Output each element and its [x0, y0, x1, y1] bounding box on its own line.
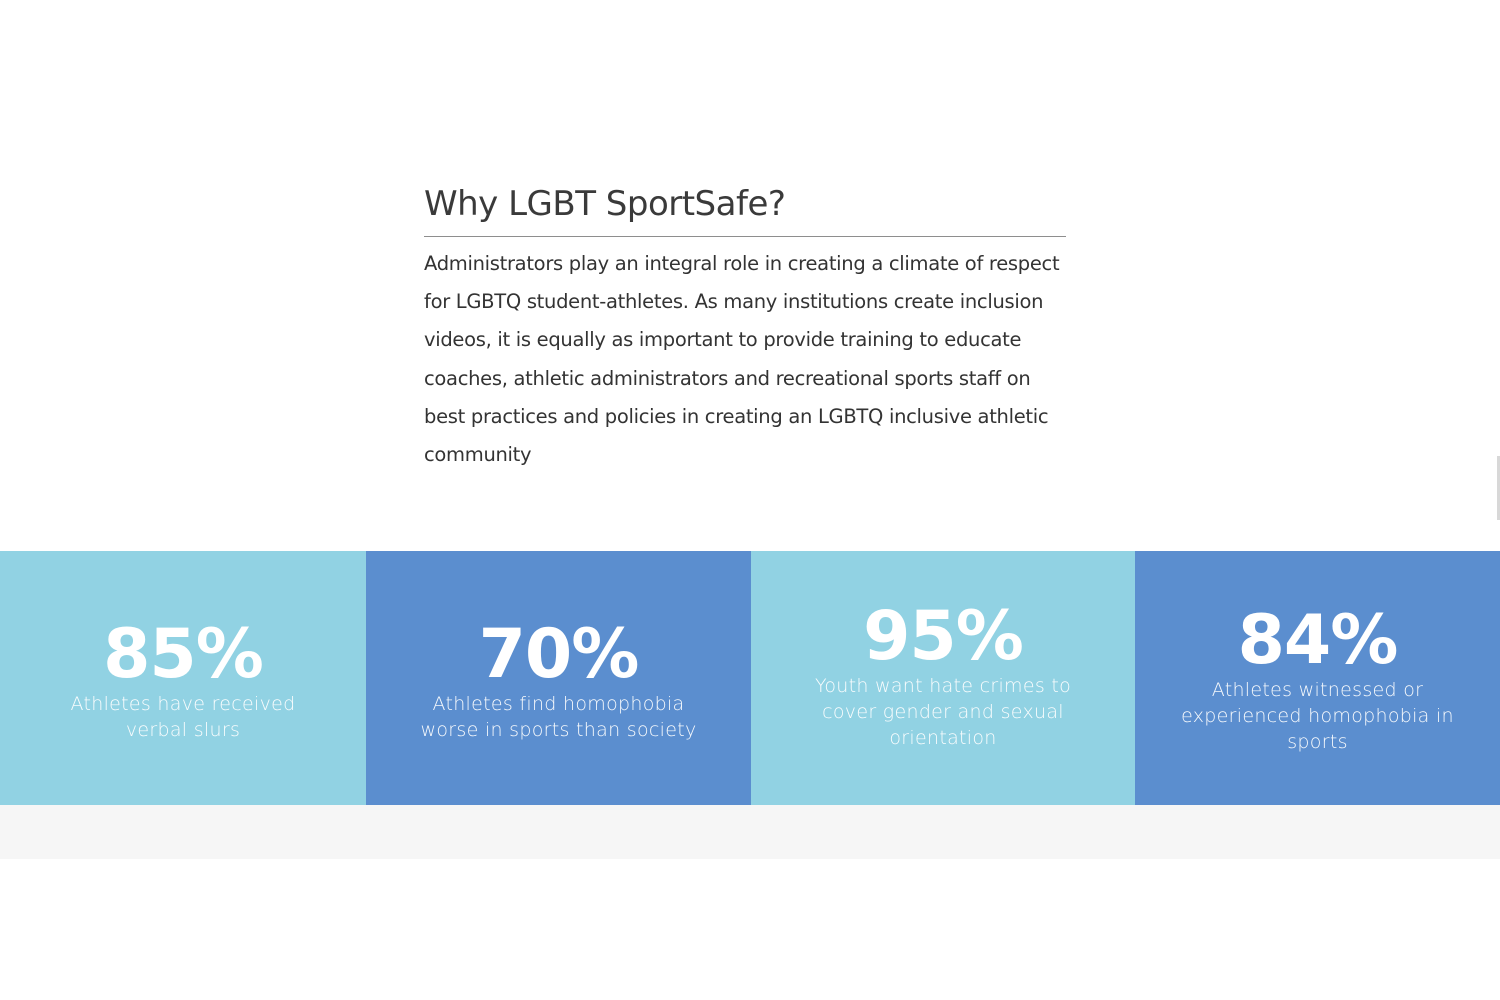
stat-value: 70% [478, 615, 640, 694]
page: Why LGBT SportSafe? Administrators play … [0, 0, 1500, 1000]
stat-label: Athletes find homophobia worse in sports… [420, 693, 697, 741]
stat-label: Athletes witnessed or experienced homoph… [1181, 679, 1454, 753]
stat-value: 95% [863, 597, 1024, 676]
stats-row: 85% Athletes have received verbal slurs … [0, 551, 1500, 805]
stat-card-hate-crimes: 95% Youth want hate crimes to cover gend… [751, 551, 1135, 805]
stat-card-homophobia-worse: 70% Athletes find homophobia worse in sp… [366, 551, 751, 805]
stat-card-slurs: 85% Athletes have received verbal slurs [0, 551, 366, 805]
stat-label: Athletes have received verbal slurs [70, 693, 296, 741]
stat-value: 84% [1237, 601, 1399, 680]
stat-label: Youth want hate crimes to cover gender a… [814, 675, 1072, 749]
section-title: Why LGBT SportSafe? [424, 178, 1066, 237]
stat-card-witnessed: 84% Athletes witnessed or experienced ho… [1135, 551, 1500, 805]
intro-paragraph: Administrators play an integral role in … [424, 252, 1060, 467]
intro-section: Why LGBT SportSafe? Administrators play … [424, 178, 1066, 474]
footer-band [0, 805, 1500, 859]
stat-value: 85% [103, 615, 264, 694]
